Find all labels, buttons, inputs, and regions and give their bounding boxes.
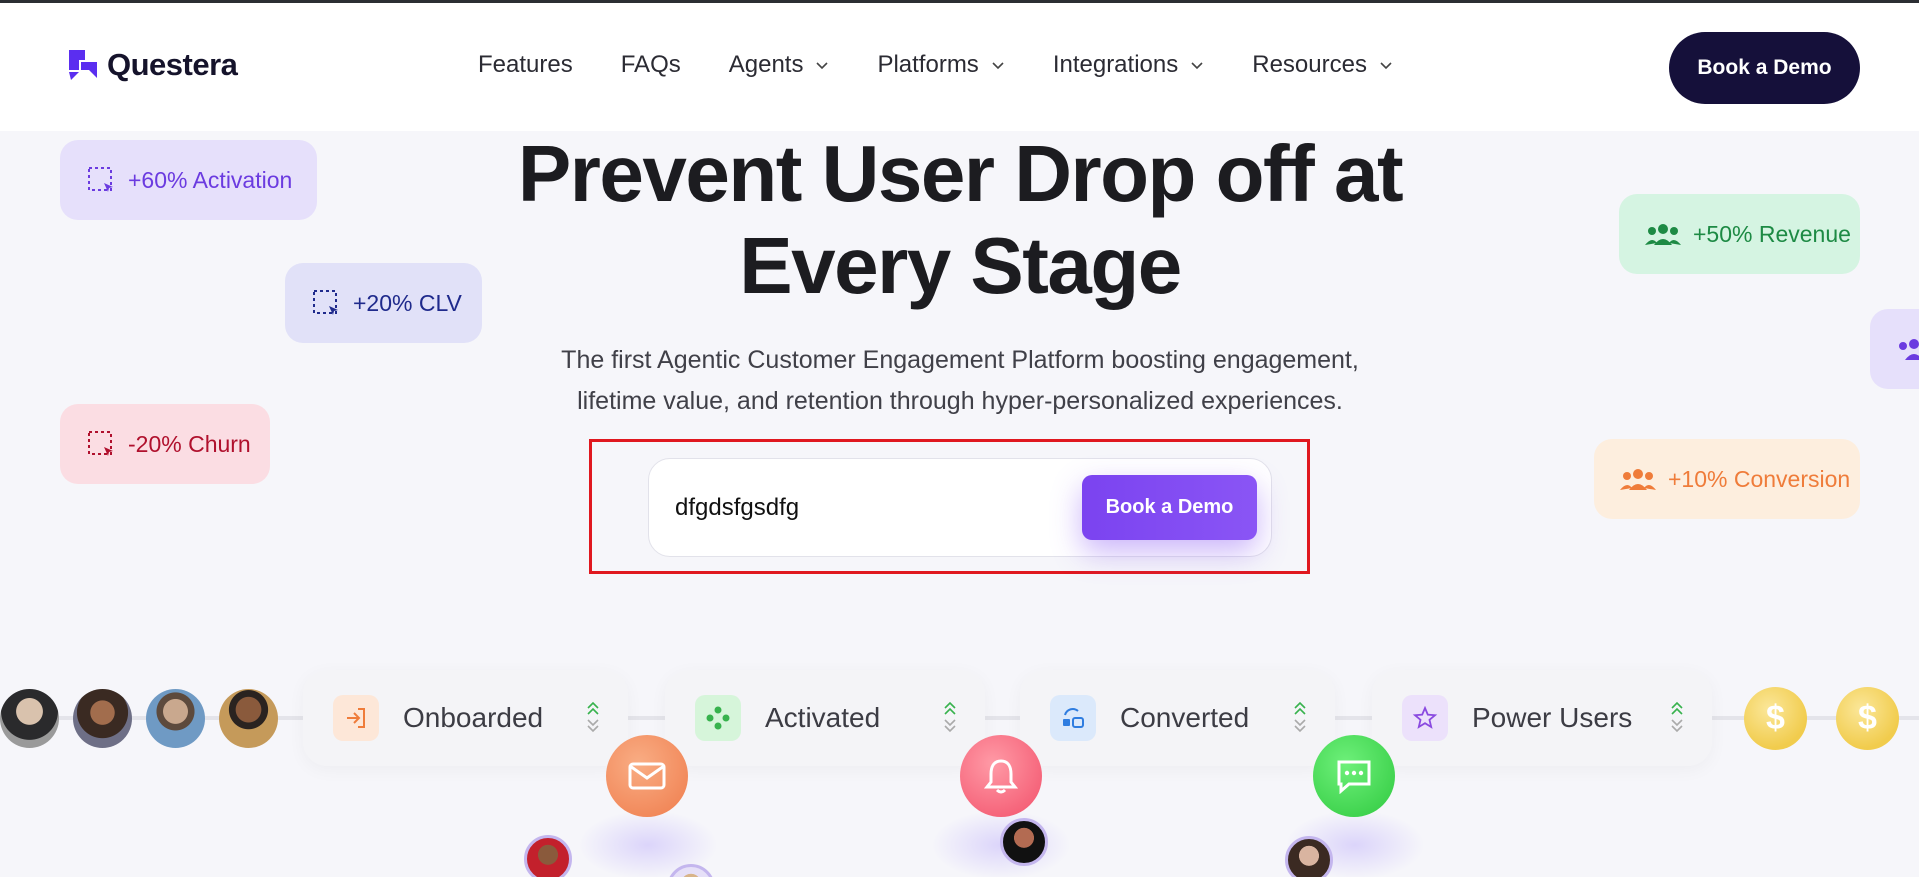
header-book-demo-button[interactable]: Book a Demo <box>1669 32 1860 104</box>
nav-integrations[interactable]: Integrations <box>1053 51 1204 79</box>
nav-features[interactable]: Features <box>478 51 573 79</box>
nav-platforms[interactable]: Platforms <box>877 51 1004 79</box>
main-nav: Features FAQs Agents Platforms Integrati… <box>478 51 1441 79</box>
brand-name: Questera <box>107 47 238 82</box>
badge-churn: -20% Churn <box>60 404 270 484</box>
nav-faqs-label: FAQs <box>620 51 681 78</box>
avatar <box>219 689 278 748</box>
avatar <box>0 689 59 748</box>
demo-request-form: Book a Demo <box>648 458 1272 557</box>
hero-subtitle-line2: lifetime value, and retention through hy… <box>577 387 1343 415</box>
badge-clv-label: +20% CLV <box>353 289 462 316</box>
email-channel-bubble <box>606 735 688 817</box>
double-chevron-icon <box>944 701 956 733</box>
chat-channel-bubble <box>1313 735 1395 817</box>
nav-resources[interactable]: Resources <box>1252 51 1393 79</box>
email-input[interactable] <box>675 487 1055 529</box>
chevron-down-icon <box>992 62 1004 70</box>
stage-label: Onboarded <box>403 702 544 733</box>
double-chevron-icon <box>1671 701 1683 733</box>
mail-icon <box>628 762 666 790</box>
notification-channel-bubble <box>960 735 1042 817</box>
users-group-icon <box>1899 339 1919 360</box>
selection-cursor-icon <box>88 167 113 192</box>
nav-faqs[interactable]: FAQs <box>621 51 681 79</box>
stage-power-users: Power Users <box>1372 670 1712 766</box>
avatar <box>73 689 132 748</box>
stage-label: Activated <box>765 702 881 733</box>
badge-clv: +20% CLV <box>285 263 482 343</box>
hero-subtitle-line1: The first Agentic Customer Engagement Pl… <box>561 346 1359 374</box>
avatar <box>146 689 205 748</box>
stage-label: Power Users <box>1472 702 1633 733</box>
nav-features-label: Features <box>478 51 573 78</box>
star-icon <box>1402 695 1448 741</box>
selection-cursor-icon <box>313 290 338 315</box>
stage-onboarded: Onboarded <box>303 670 628 766</box>
nav-agents[interactable]: Agents <box>729 51 830 79</box>
chevron-down-icon <box>1191 62 1203 70</box>
chevron-down-icon <box>816 62 829 70</box>
badge-conversion-label: +10% Conversion <box>1668 465 1851 492</box>
badge-activation: +60% Activation <box>60 140 317 220</box>
form-book-demo-button[interactable]: Book a Demo <box>1082 475 1257 540</box>
site-header: Questera Features FAQs Agents Platforms … <box>0 3 1919 131</box>
badge-churn-label: -20% Churn <box>128 430 251 457</box>
dollar-coin-icon: $ <box>1744 687 1807 750</box>
avatar <box>1000 818 1048 866</box>
users-group-icon <box>1620 469 1656 490</box>
double-chevron-icon <box>1294 701 1306 733</box>
chevron-down-icon <box>1380 62 1392 70</box>
logo[interactable]: Questera <box>67 47 238 83</box>
avatar <box>524 835 572 877</box>
badge-revenue: +50% Revenue <box>1619 194 1860 274</box>
chat-icon <box>1337 760 1371 794</box>
switch-icon <box>1050 695 1096 741</box>
stage-converted: Converted <box>1020 670 1335 766</box>
nav-platforms-label: Platforms <box>877 51 979 78</box>
dollar-coin-icon: $ <box>1836 687 1899 750</box>
sign-in-icon <box>333 695 379 741</box>
hero-title-line2: Every Stage <box>739 221 1182 310</box>
double-chevron-icon <box>587 701 599 733</box>
selection-cursor-icon <box>88 431 113 456</box>
stage-activated: Activated <box>665 670 985 766</box>
badge-revenue-label: +50% Revenue <box>1693 220 1851 247</box>
hero-subtitle: The first Agentic Customer Engagement Pl… <box>510 340 1410 422</box>
users-group-icon <box>1645 224 1681 245</box>
avatar <box>1285 836 1333 877</box>
hero-title: Prevent User Drop off at Every Stage <box>460 128 1460 312</box>
nav-resources-label: Resources <box>1252 51 1367 78</box>
bell-icon <box>984 759 1018 794</box>
badge-activation-label: +60% Activation <box>128 166 293 193</box>
nav-integrations-label: Integrations <box>1052 51 1179 78</box>
move-icon <box>695 695 741 741</box>
hero-title-line1: Prevent User Drop off at <box>517 129 1404 218</box>
badge-conversion: +10% Conversion <box>1594 439 1860 519</box>
badge-partial <box>1870 309 1919 389</box>
questera-logo-icon <box>69 50 97 80</box>
nav-agents-label: Agents <box>728 51 804 78</box>
stage-label: Converted <box>1120 702 1250 733</box>
